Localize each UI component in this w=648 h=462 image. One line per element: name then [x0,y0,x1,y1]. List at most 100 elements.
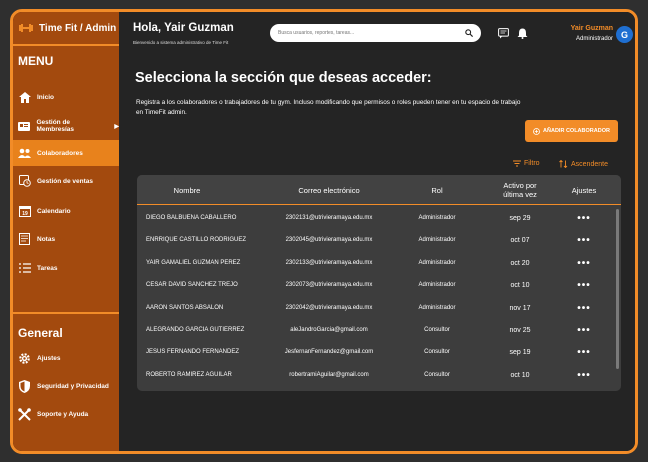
cell-email: 2302042@utrivieramaya.edu.mx [285,305,373,311]
row-actions-button[interactable]: ••• [557,274,611,296]
cell-name: CESAR DAVID SANCHEZ TREJO [146,282,238,288]
table-row[interactable]: CESAR DAVID SANCHEZ TREJO 2302073@utrivie… [137,274,621,296]
row-actions-button[interactable]: ••• [557,364,611,386]
sort-button[interactable]: Ascendente [559,160,608,168]
column-header-correo[interactable]: Correo electrónico [269,175,389,205]
search-icon[interactable] [465,29,473,37]
collaborators-table: Nombre Correo electrónico Rol Activo por… [137,175,621,391]
row-actions-button[interactable]: ••• [557,207,611,229]
column-header-rol[interactable]: Rol [397,175,477,205]
cell-last-active: sep 29 [509,214,531,222]
gear-icon [18,352,31,365]
row-actions-button[interactable]: ••• [557,319,611,341]
sort-icon [559,160,568,168]
main-content: Hola, Yair Guzman Bienvenido a sistema a… [119,12,635,451]
row-actions-button[interactable]: ••• [557,341,611,363]
cell-name: ALEGRANDO GARCIA GUTIERREZ [146,327,245,333]
greeting-subtitle: Bienvenido a sistema administrativo de T… [133,40,229,45]
search-input[interactable] [278,30,465,36]
cell-last-active: nov 25 [509,326,531,334]
chat-icon[interactable] [498,28,509,39]
cell-email: robertramiAguilar@gmail.com [289,372,369,378]
sidebar-item-notas[interactable]: Notas [13,226,119,252]
sort-label: Ascendente [571,160,608,168]
table-row[interactable]: ALEGRANDO GARCIA GUTIERREZ aleJandroGarci… [137,319,621,341]
brand[interactable]: Time Fit / Admin [13,12,119,46]
page-title: Selecciona la sección que deseas acceder… [135,70,432,86]
filter-button[interactable]: Filtro [513,160,540,167]
cell-role: Administrador [418,282,456,288]
user-role: Administrador [575,36,613,42]
sales-icon [18,175,31,188]
sidebar-item-ventas[interactable]: Gestión de ventas [13,168,119,194]
table-row[interactable]: YAIR GAMALIEL GUZMAN PEREZ 2302133@utrivi… [137,252,621,274]
sidebar-item-colaboradores[interactable]: Colaboradores [13,140,119,166]
sidebar-divider [13,312,119,314]
avatar[interactable]: G [616,26,633,43]
cell-email: 2302073@utrivieramaya.edu.mx [285,282,373,288]
users-icon [18,147,31,160]
cell-name: ROBERTO RAMIREZ AGUILAR [146,372,232,378]
table-row[interactable]: ROBERTO RAMIREZ AGUILAR robertramiAguilar… [137,364,621,386]
sidebar-item-label: Calendario [37,207,71,215]
svg-text:19: 19 [22,211,28,217]
sidebar-item-soporte[interactable]: Soporte y Ayuda [13,401,119,427]
cell-email: 2302133@utrivieramaya.edu.mx [285,260,373,266]
tasks-icon [18,262,31,275]
cell-email: 2302131@utrivieramaya.edu.mx [285,215,373,221]
general-title: General [18,326,63,340]
sidebar-item-label: Inicio [37,93,54,101]
row-actions-button[interactable]: ••• [557,252,611,274]
cell-name: ENRRIQUE CASTILLO RODRIGUEZ [146,237,247,243]
sidebar-item-ajustes[interactable]: Ajustes [13,345,119,371]
table-row[interactable]: DIEGO BALBUENA CABALLERO 2302131@utrivier… [137,207,621,229]
sidebar-item-tareas[interactable]: Tareas [13,255,119,281]
cell-role: Consultor [424,349,450,355]
cell-email: 2302045@utrivieramaya.edu.mx [285,237,373,243]
brand-name: Time Fit / Admin [39,22,117,34]
cell-last-active: oct 10 [510,371,530,379]
cell-role: Administrador [418,237,456,243]
sidebar-item-membresias[interactable]: Gestión de Membresías ▶ [13,113,119,139]
row-actions-button[interactable]: ••• [557,229,611,251]
calendar-icon: 19 [18,205,31,218]
user-name[interactable]: Yair Guzman [571,25,613,32]
cell-email: JesfernanFernandez@gmail.com [284,349,374,355]
table-row[interactable]: ENRRIQUE CASTILLO RODRIGUEZ 2302045@utriv… [137,229,621,251]
cell-role: Administrador [418,305,456,311]
cell-email: aleJandroGarcia@gmail.com [290,327,368,333]
sidebar-item-label: Gestión de Membresías [36,119,75,133]
cell-role: Administrador [418,260,456,266]
topbar: Hola, Yair Guzman Bienvenido a sistema a… [119,12,635,50]
add-collaborator-button[interactable]: AÑADIR COLABORADOR [525,120,618,142]
sidebar-item-seguridad[interactable]: Seguridad y Privacidad [13,373,119,399]
cell-name: JESUS FERNANDO FERNANDEZ [146,349,240,355]
sidebar-item-inicio[interactable]: Inicio [13,84,119,110]
column-header-nombre[interactable]: Nombre [137,175,237,205]
sidebar-item-calendario[interactable]: 19 Calendario [13,198,119,224]
row-actions-button[interactable]: ••• [557,297,611,319]
cell-role: Consultor [424,327,450,333]
shield-icon [18,379,31,393]
column-header-ajustes: Ajustes [571,185,597,195]
cell-last-active: oct 10 [510,281,530,289]
table-row[interactable]: JESUS FERNANDO FERNANDEZ JesfernanFernand… [137,341,621,363]
cell-role: Consultor [424,372,450,378]
add-collaborator-label: AÑADIR COLABORADOR [543,128,610,134]
column-header-activo[interactable]: Activo por última vez [480,175,560,205]
sidebar-item-label: Ajustes [37,354,61,362]
dumbbell-icon [19,24,33,32]
membership-card-icon [18,120,31,133]
cell-last-active: sep 19 [509,348,531,356]
greeting: Hola, Yair Guzman [133,22,234,34]
filter-icon [513,160,521,167]
tools-icon [18,407,31,421]
cell-last-active: nov 17 [509,304,531,312]
table-row[interactable]: AARON SANTOS ABSALON 2302042@utrivieramay… [137,297,621,319]
app-frame: Time Fit / Admin MENU Inicio Gestión de … [10,9,638,454]
cell-name: AARON SANTOS ABSALON [146,305,224,311]
home-icon [18,91,31,104]
bell-icon[interactable] [517,28,528,39]
search-bar[interactable] [270,24,481,42]
table-scrollbar[interactable] [616,209,619,369]
